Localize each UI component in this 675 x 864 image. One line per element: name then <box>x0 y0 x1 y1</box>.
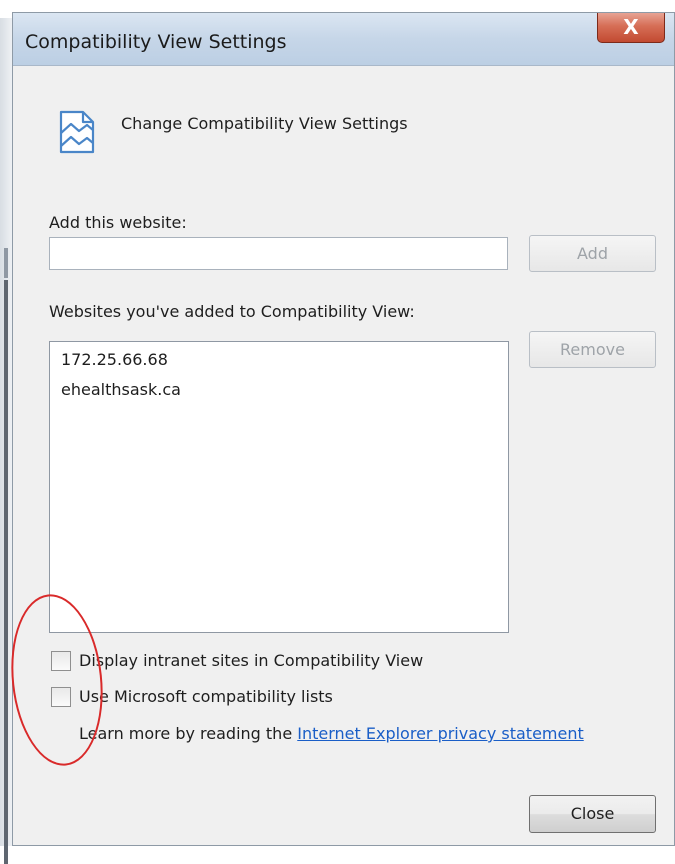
close-window-button[interactable]: X <box>597 13 665 43</box>
compatibility-view-dialog: Compatibility View Settings X Change Com… <box>12 12 675 846</box>
learn-more-prefix: Learn more by reading the <box>79 724 298 743</box>
microsoft-lists-label[interactable]: Use Microsoft compatibility lists <box>79 687 333 706</box>
add-website-input[interactable] <box>49 237 508 270</box>
dialog-heading: Change Compatibility View Settings <box>121 114 408 133</box>
privacy-statement-link[interactable]: Internet Explorer privacy statement <box>297 724 584 743</box>
sites-list-label: Websites you've added to Compatibility V… <box>49 302 415 321</box>
compatibility-view-icon <box>59 110 95 154</box>
compatibility-sites-list[interactable]: 172.25.66.68 ehealthsask.ca <box>49 341 509 633</box>
close-button[interactable]: Close <box>529 795 656 833</box>
add-button[interactable]: Add <box>529 235 656 272</box>
background-edge-bar <box>4 280 8 864</box>
close-icon: X <box>623 15 639 39</box>
background-window-edge <box>0 18 12 864</box>
list-item[interactable]: 172.25.66.68 <box>61 350 168 369</box>
title-bar[interactable]: Compatibility View Settings X <box>13 13 674 66</box>
remove-button[interactable]: Remove <box>529 331 656 368</box>
list-item[interactable]: ehealthsask.ca <box>61 380 181 399</box>
window-title: Compatibility View Settings <box>25 31 287 53</box>
learn-more-text: Learn more by reading the Internet Explo… <box>79 724 584 743</box>
intranet-sites-label[interactable]: Display intranet sites in Compatibility … <box>79 651 423 670</box>
add-website-label: Add this website: <box>49 213 187 232</box>
background-edge-notch <box>4 248 8 278</box>
